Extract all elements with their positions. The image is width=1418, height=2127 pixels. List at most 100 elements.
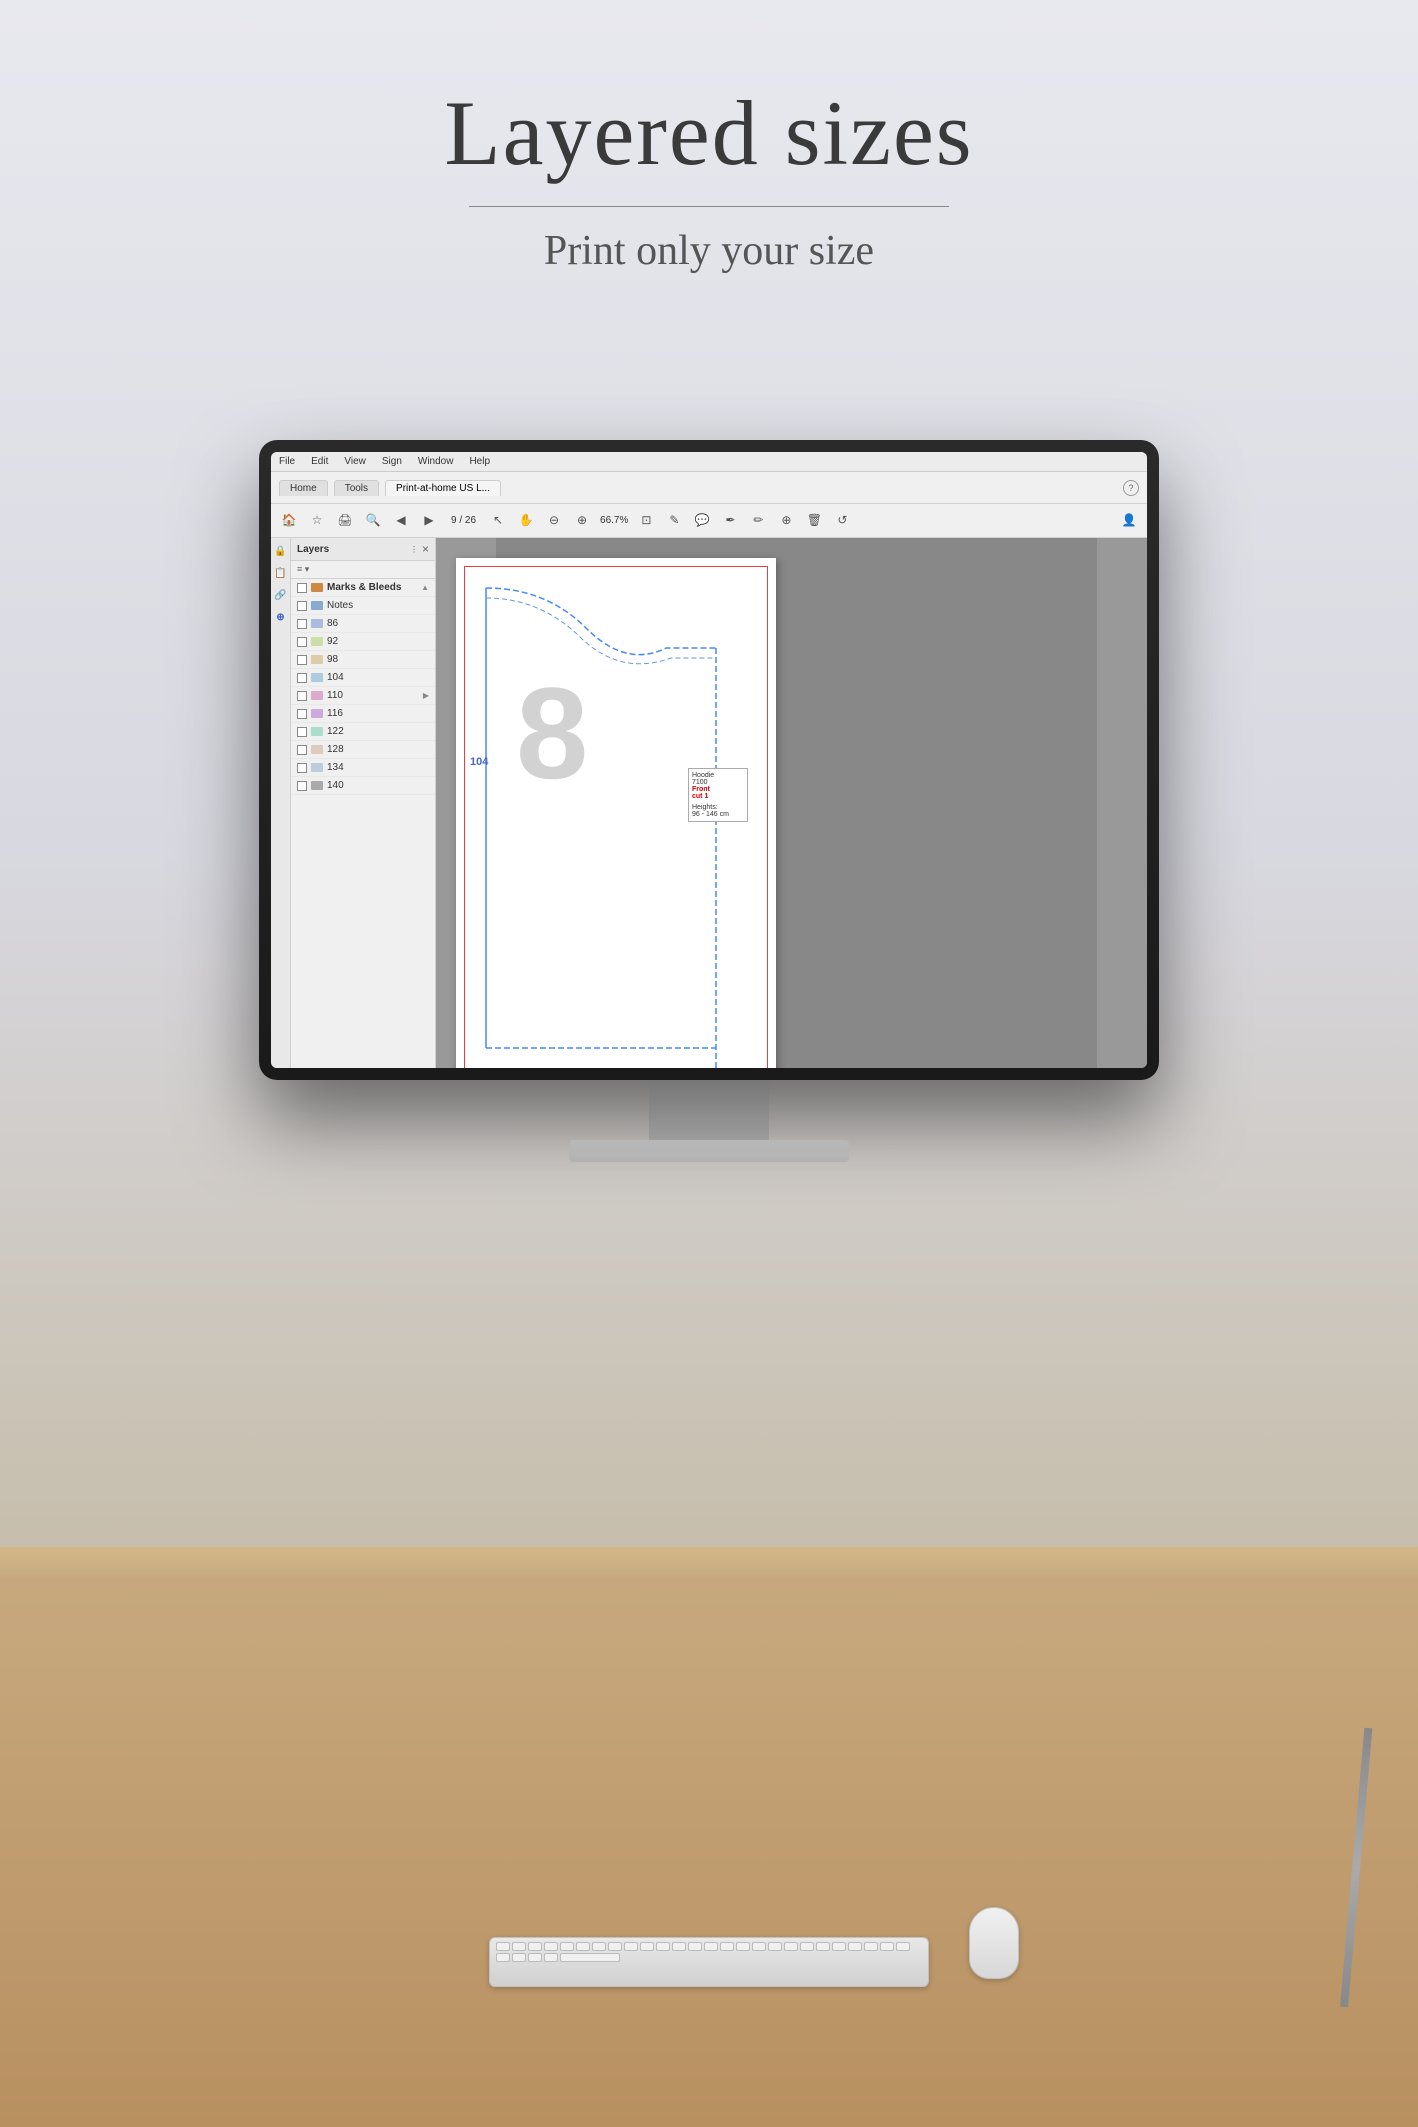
prev-page-icon[interactable]: ◀ xyxy=(391,511,411,531)
comment-icon[interactable]: 💬 xyxy=(692,511,712,531)
key[interactable] xyxy=(864,1942,878,1951)
key[interactable] xyxy=(608,1942,622,1951)
star-icon[interactable]: ☆ xyxy=(307,511,327,531)
key[interactable] xyxy=(512,1953,526,1962)
print-icon[interactable]: 🖨 xyxy=(335,511,355,531)
layer-marks-bleeds[interactable]: Marks & Bleeds ▲ xyxy=(291,579,435,597)
layer-name-134: 134 xyxy=(327,762,344,773)
key[interactable] xyxy=(800,1942,814,1951)
stamp-icon[interactable]: ⊕ xyxy=(776,511,796,531)
next-page-icon[interactable]: ▶ xyxy=(419,511,439,531)
spacebar[interactable] xyxy=(560,1953,620,1962)
menu-window[interactable]: Window xyxy=(418,456,454,467)
fit-icon[interactable]: ⊡ xyxy=(636,511,656,531)
layer-checkbox-marks[interactable] xyxy=(297,583,307,593)
key[interactable] xyxy=(704,1942,718,1951)
pdf-viewport: 8 104 Hoodie 7100 Front cut 1 Heights: 9… xyxy=(436,538,1147,1068)
key[interactable] xyxy=(736,1942,750,1951)
layer-122[interactable]: 122 xyxy=(291,723,435,741)
key[interactable] xyxy=(896,1942,910,1951)
layer-98[interactable]: 98 xyxy=(291,651,435,669)
layer-checkbox-128[interactable] xyxy=(297,745,307,755)
zoom-icon[interactable]: 🔍 xyxy=(363,511,383,531)
delete-icon[interactable]: 🗑 xyxy=(804,511,824,531)
layer-checkbox-98[interactable] xyxy=(297,655,307,665)
layer-116[interactable]: 116 xyxy=(291,705,435,723)
highlight-icon[interactable]: ✏ xyxy=(748,511,768,531)
key[interactable] xyxy=(592,1942,606,1951)
layer-checkbox-110[interactable] xyxy=(297,691,307,701)
layer-checkbox-116[interactable] xyxy=(297,709,307,719)
layer-checkbox-86[interactable] xyxy=(297,619,307,629)
layer-110[interactable]: 110 ▶ xyxy=(291,687,435,705)
bookmark-icon[interactable]: 🔗 xyxy=(274,588,288,602)
hand-icon[interactable]: ✋ xyxy=(516,511,536,531)
layer-92[interactable]: 92 xyxy=(291,633,435,651)
help-icon[interactable]: ? xyxy=(1123,480,1139,496)
key[interactable] xyxy=(768,1942,782,1951)
key[interactable] xyxy=(672,1942,686,1951)
tab-bar: Home Tools Print-at-home US L... ? xyxy=(271,472,1147,504)
tab-home[interactable]: Home xyxy=(279,480,328,496)
key[interactable] xyxy=(848,1942,862,1951)
layer-checkbox-140[interactable] xyxy=(297,781,307,791)
key[interactable] xyxy=(512,1942,526,1951)
key[interactable] xyxy=(688,1942,702,1951)
keyboard[interactable] xyxy=(489,1937,929,1987)
key[interactable] xyxy=(720,1942,734,1951)
cursor-icon[interactable]: ↖ xyxy=(488,511,508,531)
menu-view[interactable]: View xyxy=(344,456,366,467)
pen-icon[interactable]: ✒ xyxy=(720,511,740,531)
zoom-out-icon[interactable]: ⊖ xyxy=(544,511,564,531)
layer-140[interactable]: 140 xyxy=(291,777,435,795)
layer-name-116: 116 xyxy=(327,708,343,719)
layer-checkbox-notes[interactable] xyxy=(297,601,307,611)
menu-file[interactable]: File xyxy=(279,456,295,467)
key[interactable] xyxy=(496,1942,510,1951)
key[interactable] xyxy=(880,1942,894,1951)
key[interactable] xyxy=(784,1942,798,1951)
pages-icon[interactable]: 📋 xyxy=(274,566,288,580)
subtitle: Print only your size xyxy=(0,227,1418,275)
key[interactable] xyxy=(544,1953,558,1962)
key[interactable] xyxy=(752,1942,766,1951)
tab-tools[interactable]: Tools xyxy=(334,480,379,496)
key[interactable] xyxy=(528,1942,542,1951)
layer-checkbox-122[interactable] xyxy=(297,727,307,737)
layer-104[interactable]: 104 xyxy=(291,669,435,687)
key[interactable] xyxy=(544,1942,558,1951)
layer-checkbox-104[interactable] xyxy=(297,673,307,683)
lock-icon[interactable]: 🔒 xyxy=(274,544,288,558)
key[interactable] xyxy=(496,1953,510,1962)
layer-icon-122 xyxy=(311,727,323,736)
key[interactable] xyxy=(528,1953,542,1962)
rotate-icon[interactable]: ↺ xyxy=(832,511,852,531)
key[interactable] xyxy=(656,1942,670,1951)
layer-checkbox-134[interactable] xyxy=(297,763,307,773)
layer-134[interactable]: 134 xyxy=(291,759,435,777)
home-icon[interactable]: 🏠 xyxy=(279,511,299,531)
key[interactable] xyxy=(816,1942,830,1951)
key[interactable] xyxy=(560,1942,574,1951)
layers-close-button[interactable]: × xyxy=(422,542,429,556)
layer-checkbox-92[interactable] xyxy=(297,637,307,647)
layers-options[interactable]: ⋮ xyxy=(410,545,418,554)
layers-toolbar-options[interactable]: ≡ ▾ xyxy=(297,564,309,575)
key[interactable] xyxy=(576,1942,590,1951)
layers-icon[interactable]: ⊕ xyxy=(274,610,288,624)
menu-sign[interactable]: Sign xyxy=(382,456,402,467)
menu-help[interactable]: Help xyxy=(469,456,490,467)
zoom-in-icon[interactable]: ⊕ xyxy=(572,511,592,531)
layer-expand-marks[interactable]: ▲ xyxy=(421,583,429,592)
layer-128[interactable]: 128 xyxy=(291,741,435,759)
tab-print[interactable]: Print-at-home US L... xyxy=(385,480,501,496)
marker-icon[interactable]: ✎ xyxy=(664,511,684,531)
layer-86[interactable]: 86 xyxy=(291,615,435,633)
layer-notes[interactable]: Notes xyxy=(291,597,435,615)
key[interactable] xyxy=(624,1942,638,1951)
mouse[interactable] xyxy=(969,1907,1019,1979)
key[interactable] xyxy=(640,1942,654,1951)
menu-edit[interactable]: Edit xyxy=(311,456,328,467)
key[interactable] xyxy=(832,1942,846,1951)
share-icon[interactable]: 👤 xyxy=(1119,511,1139,531)
